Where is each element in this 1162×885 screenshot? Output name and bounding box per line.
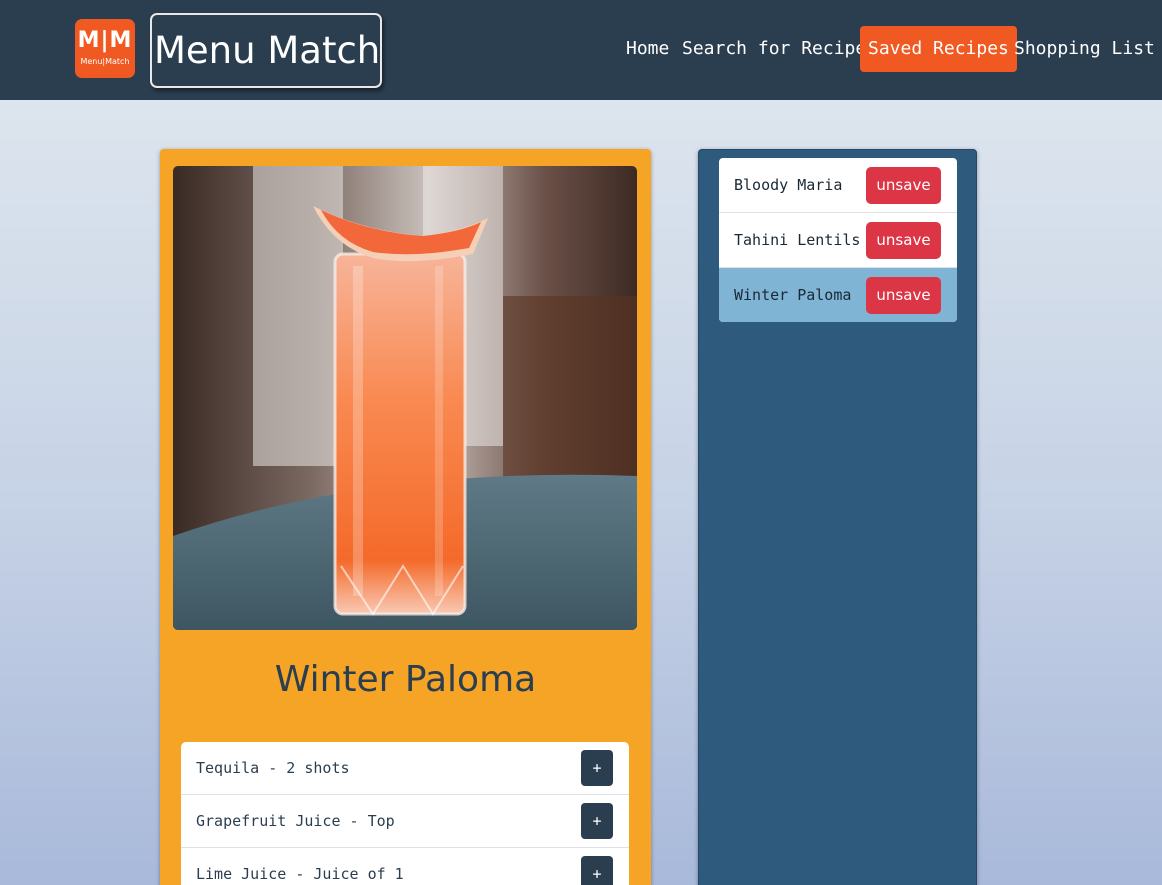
saved-recipe-name[interactable]: Bloody Maria — [734, 158, 842, 212]
ingredient-text: Lime Juice - Juice of 1 — [196, 865, 404, 883]
saved-recipe-item[interactable]: Tahini Lentils unsave — [719, 213, 957, 268]
recipe-image — [173, 166, 637, 630]
add-to-shopping-list-button[interactable]: + — [581, 803, 613, 839]
ingredient-row: Tequila - 2 shots + — [181, 742, 629, 795]
nav-search-link[interactable]: Search for Recipe — [682, 26, 866, 72]
add-to-shopping-list-button[interactable]: + — [581, 856, 613, 885]
saved-recipe-name[interactable]: Tahini Lentils — [734, 213, 860, 267]
cocktail-illustration — [173, 166, 637, 630]
navbar: M|M Menu|Match Menu Match Home Search fo… — [0, 0, 1162, 100]
saved-recipe-name[interactable]: Winter Paloma — [734, 268, 851, 322]
ingredient-text: Tequila - 2 shots — [196, 759, 350, 777]
nav-shopping-list-link[interactable]: Shopping List — [1014, 26, 1155, 72]
logo-mark: M|M — [77, 28, 133, 53]
ingredient-list: Tequila - 2 shots + Grapefruit Juice - T… — [181, 742, 629, 885]
logo[interactable]: M|M Menu|Match — [75, 19, 135, 78]
saved-recipe-item[interactable]: Bloody Maria unsave — [719, 158, 957, 213]
unsave-button[interactable]: unsave — [866, 222, 941, 259]
nav-home-link[interactable]: Home — [626, 26, 669, 72]
add-to-shopping-list-button[interactable]: + — [581, 750, 613, 786]
ingredient-row: Lime Juice - Juice of 1 + — [181, 848, 629, 885]
brand-title[interactable]: Menu Match — [150, 13, 382, 88]
unsave-button[interactable]: unsave — [866, 277, 941, 314]
unsave-button[interactable]: unsave — [866, 167, 941, 204]
ingredient-text: Grapefruit Juice - Top — [196, 812, 395, 830]
logo-subtitle: Menu|Match — [80, 57, 130, 66]
ingredient-row: Grapefruit Juice - Top + — [181, 795, 629, 848]
saved-recipes-panel: Bloody Maria unsave Tahini Lentils unsav… — [698, 149, 977, 885]
saved-recipe-item[interactable]: Winter Paloma unsave — [719, 268, 957, 322]
saved-recipes-list: Bloody Maria unsave Tahini Lentils unsav… — [719, 158, 957, 322]
recipe-card: Winter Paloma Tequila - 2 shots + Grapef… — [160, 149, 651, 885]
nav-saved-recipes-link[interactable]: Saved Recipes — [860, 26, 1017, 72]
recipe-title: Winter Paloma — [274, 659, 537, 700]
